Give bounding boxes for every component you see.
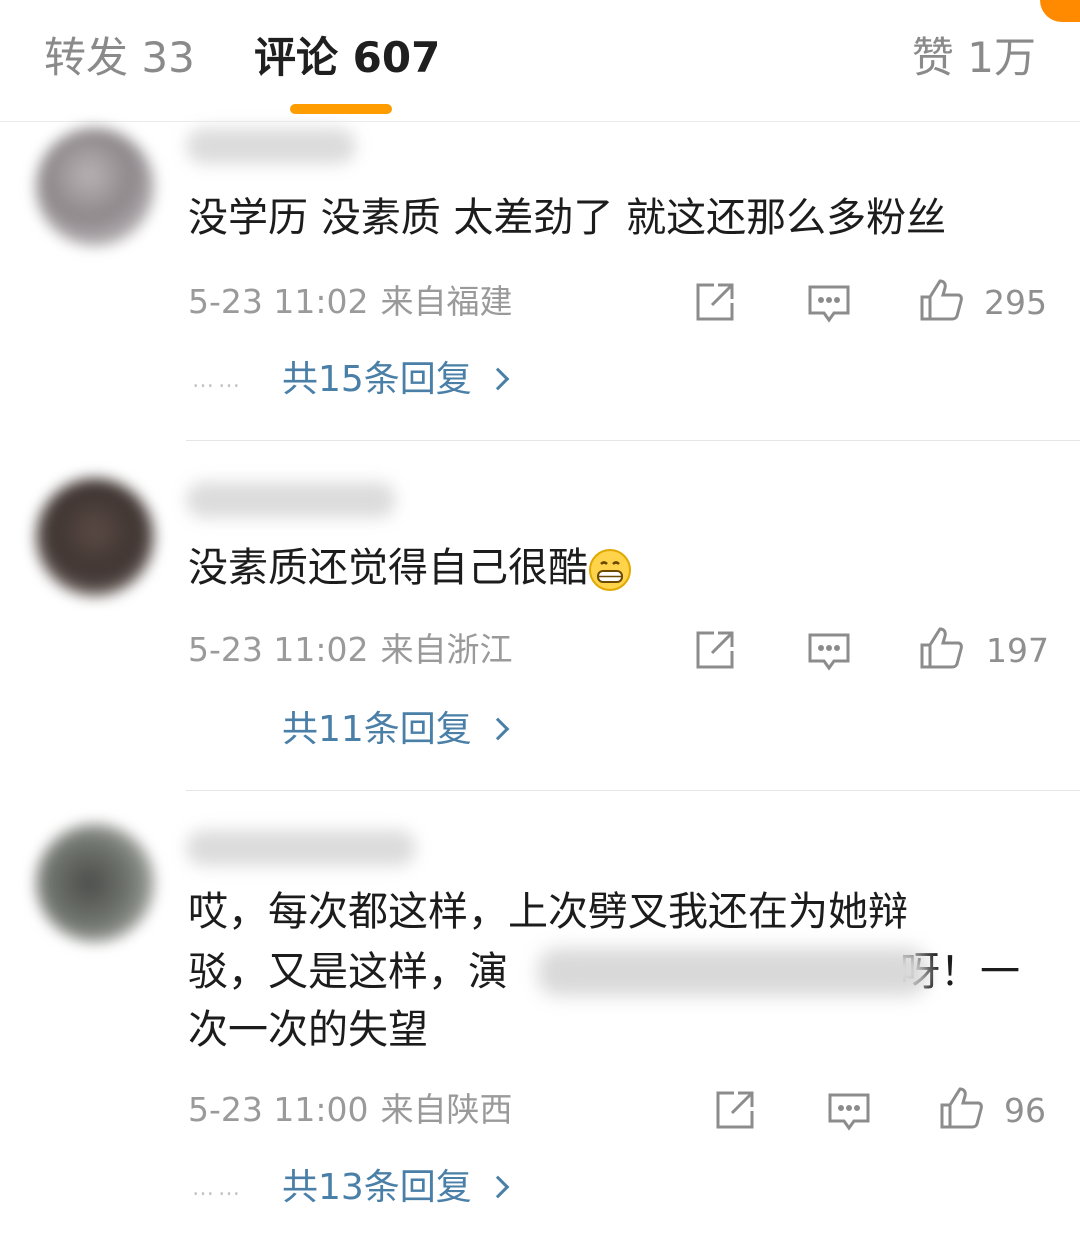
comment-time: 5-23 11:00: [188, 1090, 369, 1129]
comment-text: 没素质还觉得自己很酷: [188, 545, 588, 591]
comment-time: 5-23 11:02: [188, 282, 369, 321]
divider: [186, 790, 1080, 791]
like-count: 295: [984, 283, 1047, 322]
view-replies-link[interactable]: 共15条回复: [282, 356, 510, 404]
comment-text-line: 没素质还觉得自己很酷: [188, 536, 632, 600]
tab-likes[interactable]: 赞 1万: [912, 30, 1036, 86]
chevron-right-icon: [486, 717, 510, 741]
comment-location: 来自浙江: [380, 630, 513, 669]
comment-icon[interactable]: [806, 281, 852, 327]
reply-dots: ……: [192, 368, 244, 393]
avatar[interactable]: [36, 478, 154, 596]
comment-text-start: 驳，又是这样，演: [188, 949, 508, 995]
replies-label: 共15条回复: [282, 359, 472, 400]
share-icon[interactable]: [692, 279, 738, 325]
divider: [186, 440, 1080, 441]
corner-accent: [1040, 0, 1080, 22]
avatar[interactable]: [36, 824, 154, 942]
comment-meta: 5-23 11:02 来自浙江: [188, 628, 513, 672]
like-icon[interactable]: [918, 277, 964, 323]
comment-location: 来自福建: [380, 282, 513, 321]
comment-tabs: 转发 33 评论 607 赞 1万: [0, 0, 1080, 122]
replies-label: 共11条回复: [282, 709, 472, 750]
share-icon[interactable]: [712, 1087, 758, 1133]
comment-icon[interactable]: [826, 1089, 872, 1135]
avatar[interactable]: [36, 128, 154, 246]
username-blurred[interactable]: [186, 482, 396, 518]
username-blurred[interactable]: [186, 830, 416, 866]
like-icon[interactable]: [918, 625, 964, 671]
comment-location: 来自陕西: [380, 1090, 513, 1129]
active-tab-indicator: [290, 104, 392, 114]
chevron-right-icon: [486, 1175, 510, 1199]
like-count: 197: [986, 631, 1049, 670]
comment-meta: 5-23 11:00 来自陕西: [188, 1088, 513, 1132]
comment-text: 哎，每次都这样，上次劈叉我还在为她辩: [188, 889, 908, 935]
comment-text: 次一次的失望: [188, 1007, 428, 1053]
like-icon[interactable]: [938, 1085, 984, 1131]
chevron-right-icon: [486, 367, 510, 391]
username-blurred[interactable]: [186, 128, 356, 164]
share-icon[interactable]: [692, 627, 738, 673]
tab-repost[interactable]: 转发 33: [44, 30, 195, 86]
comment-text: 没学历 没素质 太差劲了 就这还那么多粉丝: [188, 195, 947, 241]
grinning-face-icon: [589, 549, 631, 591]
comment-meta: 5-23 11:02 来自福建: [188, 280, 513, 324]
view-replies-link[interactable]: 共11条回复: [282, 706, 510, 754]
view-replies-link[interactable]: 共13条回复: [282, 1164, 510, 1212]
comment-time: 5-23 11:02: [188, 630, 369, 669]
redacted-text: [538, 948, 928, 996]
replies-label: 共13条回复: [282, 1167, 472, 1208]
like-count: 96: [1004, 1091, 1046, 1130]
comment-icon[interactable]: [806, 629, 852, 675]
reply-dots: ……: [192, 1176, 244, 1201]
